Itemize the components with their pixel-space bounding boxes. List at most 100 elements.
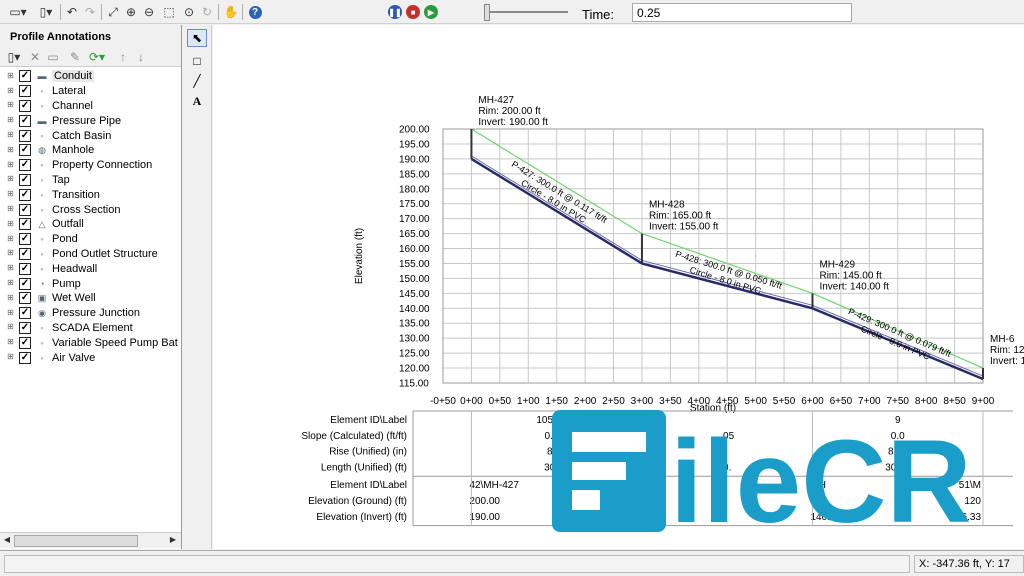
visibility-checkbox[interactable]: ✓ (19, 233, 31, 246)
text-tool-icon[interactable]: A (187, 92, 207, 110)
tree-item[interactable]: ⊞ ✓ ◦ Property Connection (0, 158, 181, 173)
expand-icon[interactable]: ⊞ (6, 145, 15, 155)
visibility-checkbox[interactable]: ✓ (19, 99, 31, 112)
visibility-checkbox[interactable]: ✓ (19, 129, 31, 142)
tree-item[interactable]: ⊞ ✓ ▬ Conduit (0, 69, 181, 84)
tree-item[interactable]: ⊞ ✓ ◦ Variable Speed Pump Bat (0, 335, 181, 350)
new-icon[interactable]: ▯▾ (4, 48, 24, 66)
expand-icon[interactable]: ⊞ (6, 338, 15, 347)
x-tick-label: 9+00 (972, 396, 995, 407)
move-up-icon[interactable]: ↑ (114, 48, 132, 66)
line-tool-icon[interactable]: ╱ (187, 72, 207, 90)
visibility-checkbox[interactable]: ✓ (19, 85, 31, 98)
visibility-checkbox[interactable]: ✓ (19, 70, 31, 83)
zoom-out-icon[interactable]: ⊖ (140, 3, 158, 21)
expand-icon[interactable]: ⊞ (6, 160, 15, 170)
move-down-icon[interactable]: ↓ (132, 48, 150, 66)
time-slider-thumb[interactable] (484, 4, 490, 21)
expand-icon[interactable]: ⊞ (6, 219, 15, 229)
visibility-checkbox[interactable]: ✓ (19, 144, 31, 157)
zoom-extents-icon[interactable]: ⤢ (104, 3, 122, 21)
time-input[interactable]: 0.25 (632, 3, 852, 22)
tree-item[interactable]: ⊞ ✓ ◔ Pump (0, 276, 181, 291)
expand-icon[interactable]: ⊞ (6, 308, 15, 318)
tree-item[interactable]: ⊞ ✓ ◦ Air Valve (0, 350, 181, 365)
zoom-previous-icon[interactable]: ↻ (198, 3, 216, 21)
layout-icon[interactable]: ▭▾ (6, 3, 30, 21)
expand-icon[interactable]: ⊞ (6, 264, 15, 273)
tree-item[interactable]: ⊞ ✓ ◦ Lateral (0, 84, 181, 99)
stop-icon[interactable]: ■ (406, 5, 420, 19)
select-tool-icon[interactable]: ⬉ (187, 29, 207, 47)
tree-item[interactable]: ⊞ ✓ ◦ Headwall (0, 261, 181, 276)
redo-icon[interactable]: ↷ (81, 3, 99, 21)
expand-icon[interactable]: ⊞ (6, 101, 15, 110)
tree-item[interactable]: ⊞ ✓ ◦ Cross Section (0, 202, 181, 217)
visibility-checkbox[interactable]: ✓ (19, 188, 31, 201)
tree-item[interactable]: ⊞ ✓ ◦ Tap (0, 173, 181, 188)
scroll-right-icon[interactable]: ▶ (167, 535, 179, 547)
horizontal-scrollbar[interactable]: ◀ ▶ (0, 532, 181, 548)
refresh-icon[interactable]: ⟳▾ (86, 48, 108, 66)
expand-icon[interactable]: ⊞ (6, 293, 15, 303)
visibility-checkbox[interactable]: ✓ (19, 173, 31, 186)
tree-item[interactable]: ⊞ ✓ ◍ Manhole (0, 143, 181, 158)
play-icon[interactable]: ▶ (424, 5, 438, 19)
edit-icon[interactable]: ✎ (66, 48, 84, 66)
expand-icon[interactable]: ⊞ (6, 131, 15, 140)
expand-icon[interactable]: ⊞ (6, 190, 15, 199)
undo-icon[interactable]: ↶ (63, 3, 81, 21)
tree-item[interactable]: ⊞ ✓ ◦ Channel (0, 99, 181, 114)
tree-item[interactable]: ⊞ ✓ ▣ Wet Well (0, 291, 181, 306)
expand-icon[interactable]: ⊞ (6, 205, 15, 214)
visibility-checkbox[interactable]: ✓ (19, 321, 31, 334)
visibility-checkbox[interactable]: ✓ (19, 159, 31, 172)
visibility-checkbox[interactable]: ✓ (19, 351, 31, 364)
tree-item-label: Pond Outlet Structure (52, 247, 158, 260)
expand-icon[interactable]: ⊞ (6, 353, 15, 362)
expand-icon[interactable]: ⊞ (6, 116, 15, 125)
tree-item[interactable]: ⊞ ✓ △ Outfall (0, 217, 181, 232)
visibility-checkbox[interactable]: ✓ (19, 218, 31, 231)
expand-icon[interactable]: ⊞ (6, 323, 15, 332)
expand-icon[interactable]: ⊞ (6, 175, 15, 184)
pause-icon[interactable]: ❚❚ (388, 5, 402, 19)
tree-item[interactable]: ⊞ ✓ ◉ Pressure Junction (0, 306, 181, 321)
visibility-checkbox[interactable]: ✓ (19, 203, 31, 216)
visibility-checkbox[interactable]: ✓ (19, 114, 31, 127)
tree-item-label: Pond (52, 233, 78, 246)
scroll-left-icon[interactable]: ◀ (1, 535, 13, 547)
tree-item[interactable]: ⊞ ✓ ◦ Transition (0, 187, 181, 202)
visibility-checkbox[interactable]: ✓ (19, 292, 31, 305)
time-slider-track[interactable] (484, 11, 568, 13)
tree-item-label: Catch Basin (52, 129, 112, 142)
node-invert: Invert: 190.00 ft (478, 117, 548, 128)
rectangle-tool-icon[interactable]: □ (187, 52, 207, 70)
zoom-in-icon[interactable]: ⊕ (122, 3, 140, 21)
expand-icon[interactable]: ⊞ (6, 279, 15, 288)
tree-item[interactable]: ⊞ ✓ ◦ Pond Outlet Structure (0, 247, 181, 262)
delete-icon[interactable]: ✕ (26, 48, 44, 66)
zoom-window-icon[interactable]: ⬚ (160, 3, 178, 21)
visibility-checkbox[interactable]: ✓ (19, 262, 31, 275)
tree-item[interactable]: ⊞ ✓ ▬ Pressure Pipe (0, 113, 181, 128)
expand-icon[interactable]: ⊞ (6, 249, 15, 258)
page-icon[interactable]: ▯▾ (34, 3, 58, 21)
tree-item[interactable]: ⊞ ✓ ◦ SCADA Element (0, 321, 181, 336)
tap-icon: ◦ (40, 174, 44, 185)
visibility-checkbox[interactable]: ✓ (19, 247, 31, 260)
visibility-checkbox[interactable]: ✓ (19, 336, 31, 349)
rename-icon[interactable]: ▭ (44, 48, 62, 66)
tree-item[interactable]: ⊞ ✓ ◦ Catch Basin (0, 128, 181, 143)
visibility-checkbox[interactable]: ✓ (19, 307, 31, 320)
node-invert: Invert: 155.00 ft (649, 222, 719, 233)
expand-icon[interactable]: ⊞ (6, 71, 15, 81)
visibility-checkbox[interactable]: ✓ (19, 277, 31, 290)
expand-icon[interactable]: ⊞ (6, 86, 15, 96)
help-icon[interactable]: ? (246, 3, 264, 21)
expand-icon[interactable]: ⊞ (6, 234, 15, 244)
scroll-thumb[interactable] (14, 535, 138, 547)
zoom-realtime-icon[interactable]: ⊙ (180, 3, 198, 21)
pan-icon[interactable]: ✋ (222, 3, 240, 21)
tree-item[interactable]: ⊞ ✓ ◦ Pond (0, 232, 181, 247)
